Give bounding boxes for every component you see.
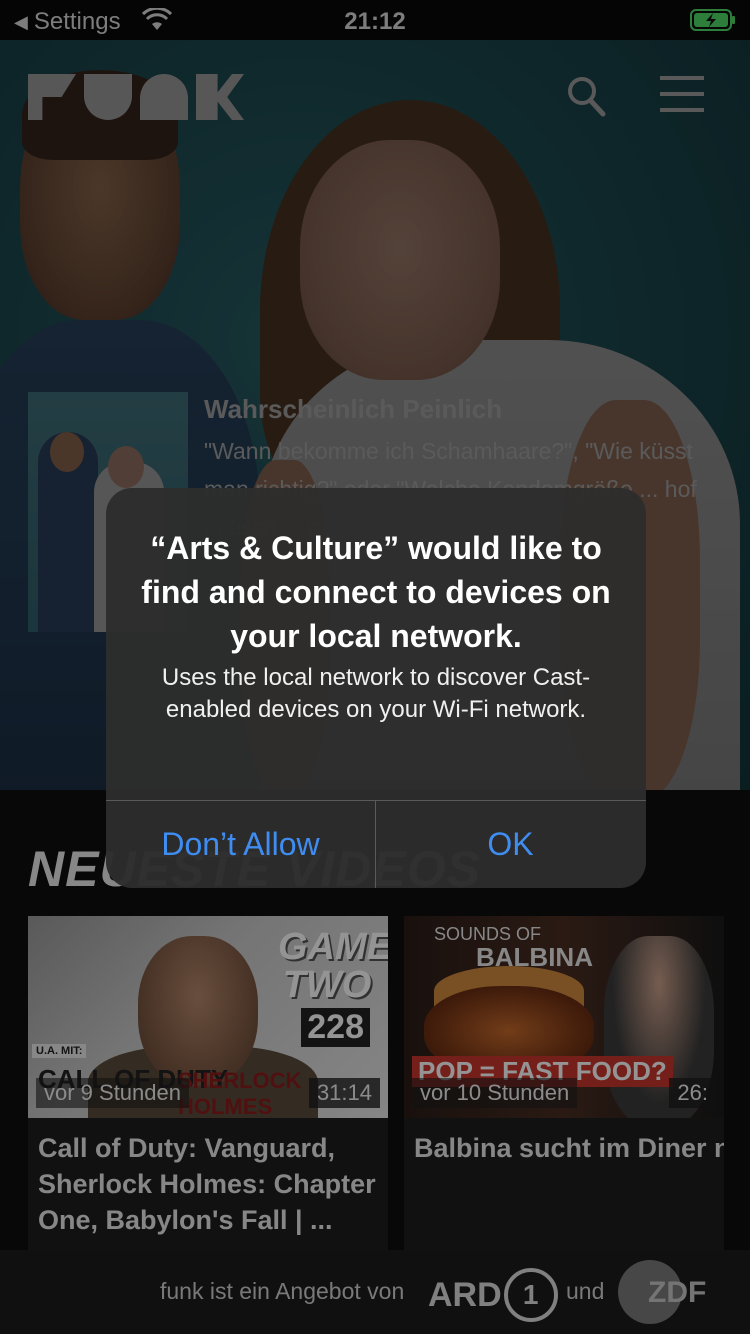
alert-title: “Arts & Culture” would like to find and … xyxy=(141,530,611,654)
ok-button[interactable]: OK xyxy=(376,800,645,888)
alert-message: Uses the local network to discover Cast-… xyxy=(161,664,591,723)
dont-allow-button[interactable]: Don’t Allow xyxy=(106,800,375,888)
local-network-permission-alert: “Arts & Culture” would like to find and … xyxy=(106,488,646,888)
